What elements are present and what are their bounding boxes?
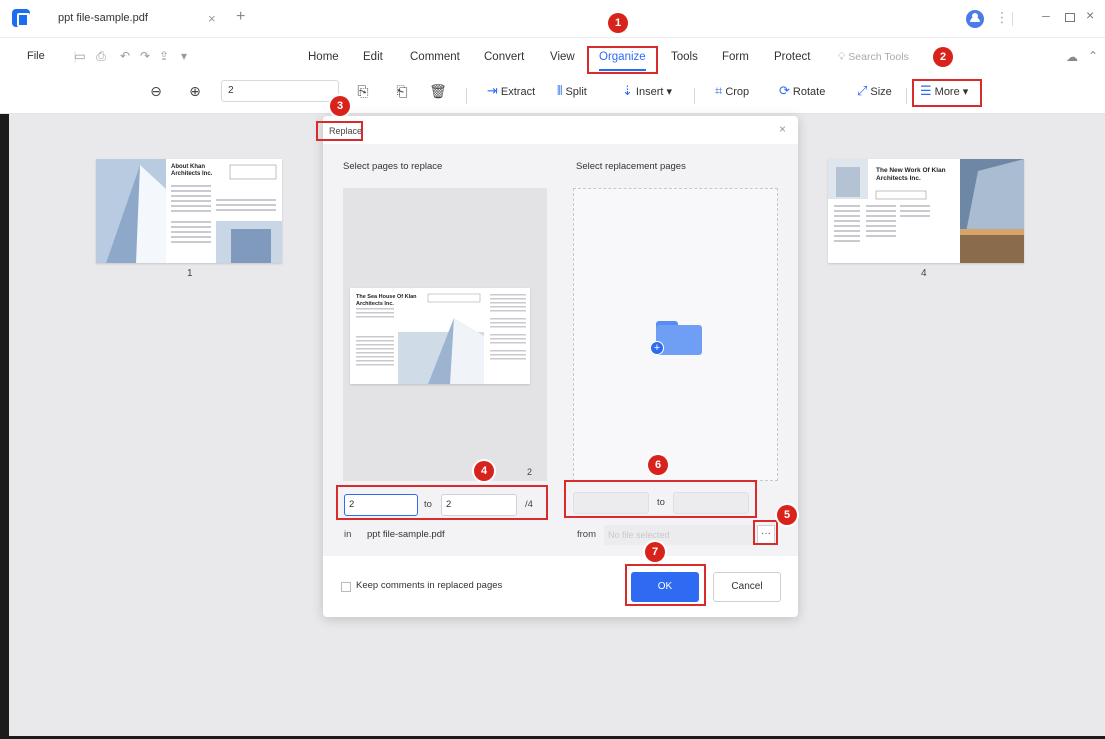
save-icon[interactable]: ▭: [73, 49, 87, 63]
insert-page-before-icon[interactable]: ⎘: [354, 82, 372, 100]
lightbulb-icon: 💡︎: [838, 51, 849, 63]
menu-comment[interactable]: Comment: [410, 51, 460, 63]
tab-title: ppt file-sample.pdf: [58, 12, 148, 24]
highlight-more: [912, 79, 982, 107]
keep-comments-checkbox[interactable]: [341, 582, 351, 592]
cloud-icon[interactable]: ☁: [1066, 50, 1078, 64]
split-button[interactable]: ⫴ Split: [557, 83, 587, 99]
crop-button[interactable]: ⌗ Crop: [715, 83, 749, 99]
step-badge-3: 3: [330, 96, 350, 116]
replacement-file-field[interactable]: No file selected: [604, 525, 754, 545]
insert-button[interactable]: ⇣ Insert ▾: [622, 83, 672, 99]
step-badge-5: 5: [777, 505, 797, 525]
highlight-replace-title: [316, 121, 363, 141]
replace-dialog: Replace × Select pages to replace Select…: [323, 116, 798, 617]
menu-form[interactable]: Form: [722, 51, 749, 63]
minimize-icon[interactable]: –: [1042, 7, 1050, 23]
highlight-replace-range: [336, 485, 548, 520]
collapse-ribbon-icon[interactable]: ⌃: [1088, 49, 1098, 63]
page-thumbnail-4[interactable]: The New Work Of Klan Architects Inc.: [828, 159, 1024, 263]
app-logo-icon: [12, 9, 30, 27]
menu-view[interactable]: View: [550, 51, 575, 63]
page-number-4: 4: [921, 268, 927, 279]
crop-icon: ⌗: [715, 83, 723, 98]
menu-home[interactable]: Home: [308, 51, 339, 63]
crop-label: Crop: [725, 86, 750, 98]
zoom-out-icon[interactable]: ⊖: [147, 82, 165, 100]
preview-page-number: 2: [527, 467, 533, 477]
step-badge-7: 7: [645, 542, 665, 562]
maximize-icon[interactable]: [1065, 13, 1075, 22]
keep-comments-label: Keep comments in replaced pages: [356, 580, 503, 591]
quick-access-dropdown-icon[interactable]: ▾: [177, 49, 191, 63]
window-menu-icon[interactable]: ⋮: [995, 9, 1009, 26]
replacement-drop-zone[interactable]: +: [573, 188, 778, 481]
rotate-button[interactable]: ⟳ Rotate: [779, 83, 825, 99]
menu-convert[interactable]: Convert: [484, 51, 524, 63]
page-1-title: About Khan Architects Inc.: [171, 164, 213, 177]
page-zoom-input[interactable]: 2: [221, 80, 339, 102]
close-window-icon[interactable]: ×: [1086, 7, 1094, 23]
menu-tools[interactable]: Tools: [671, 51, 698, 63]
highlight-replacement-range: [564, 480, 757, 518]
step-badge-1: 1: [608, 13, 628, 33]
print-icon[interactable]: ⎙: [94, 49, 108, 63]
titlebar-divider: [1012, 12, 1013, 26]
toolbar-divider: [694, 88, 695, 104]
split-label: Split: [565, 86, 587, 98]
page-4-title: The New Work Of Klan Architects Inc.: [876, 167, 946, 182]
search-tools-label: Search Tools: [848, 51, 909, 63]
step-badge-2: 2: [933, 47, 953, 67]
highlight-ok: [625, 564, 706, 606]
user-avatar-icon[interactable]: [966, 10, 984, 28]
search-tools[interactable]: 💡︎ Search Tools: [838, 51, 909, 64]
tab-close-icon[interactable]: ×: [208, 11, 216, 26]
insert-icon: ⇣: [622, 83, 633, 98]
select-pages-to-replace-label: Select pages to replace: [343, 161, 443, 172]
step-badge-6: 6: [648, 455, 668, 475]
step-badge-4: 4: [474, 461, 494, 481]
cancel-button[interactable]: Cancel: [713, 572, 781, 602]
redo-icon[interactable]: ↷: [138, 49, 152, 63]
page-2-title: The Sea House Of Klan Architects Inc.: [356, 294, 417, 307]
select-replacement-pages-label: Select replacement pages: [576, 161, 686, 172]
delete-page-icon[interactable]: 🗑︎: [429, 82, 447, 100]
from-label: from: [577, 529, 596, 540]
dialog-close-icon[interactable]: ×: [779, 122, 786, 136]
window-frame-left: [0, 114, 9, 739]
new-tab-icon[interactable]: +: [236, 8, 245, 26]
file-menu[interactable]: File: [27, 50, 45, 62]
add-folder-icon[interactable]: +: [650, 319, 704, 355]
page-thumbnail-1[interactable]: About Khan Architects Inc.: [96, 159, 282, 263]
extract-icon: ⇥: [487, 83, 498, 98]
page-2-preview: The Sea House Of Klan Architects Inc.: [350, 288, 530, 384]
split-icon: ⫴: [557, 83, 563, 98]
insert-page-after-icon[interactable]: ⎗: [393, 82, 411, 100]
extract-label: Extract: [500, 86, 536, 98]
undo-icon[interactable]: ↶: [118, 49, 132, 63]
document-tab[interactable]: ppt file-sample.pdf ×: [44, 6, 220, 32]
extract-button[interactable]: ⇥ Extract: [487, 83, 535, 99]
zoom-in-icon[interactable]: ⊕: [186, 82, 204, 100]
page-number-1: 1: [187, 268, 193, 279]
size-button[interactable]: ⤢ Size: [857, 83, 892, 99]
rotate-icon: ⟳: [779, 83, 790, 98]
size-label: Size: [870, 86, 892, 98]
highlight-organize: [587, 46, 658, 74]
source-file-name: ppt file-sample.pdf: [367, 529, 445, 540]
share-icon[interactable]: ⇪: [157, 49, 171, 63]
resize-icon: ⤢: [857, 83, 868, 98]
replace-page-preview: The Sea House Of Klan Architects Inc.: [343, 188, 547, 481]
title-bar: ppt file-sample.pdf × + ⋮ – ×: [0, 0, 1105, 38]
in-label: in: [344, 529, 352, 540]
menu-edit[interactable]: Edit: [363, 51, 383, 63]
insert-label: Insert: [635, 86, 664, 98]
rotate-label: Rotate: [792, 86, 826, 98]
toolbar-divider: [906, 88, 907, 104]
highlight-browse: [753, 520, 778, 545]
menu-protect[interactable]: Protect: [774, 51, 810, 63]
insert-dropdown-icon: ▾: [663, 86, 672, 98]
toolbar-divider: [466, 88, 467, 104]
